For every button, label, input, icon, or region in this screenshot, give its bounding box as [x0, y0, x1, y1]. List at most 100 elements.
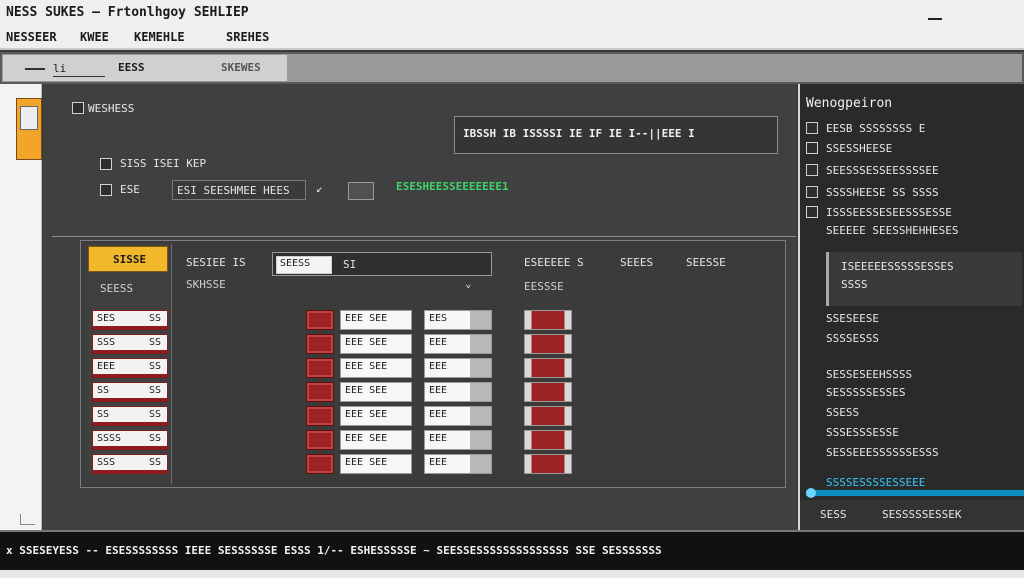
right-item[interactable]: SSESS: [826, 406, 859, 419]
row1-label: SISS ISEI KEP: [120, 157, 207, 170]
red-toggle[interactable]: [306, 406, 334, 426]
combo-value: SEESS: [276, 256, 332, 274]
list-item[interactable]: SSS SS: [92, 454, 168, 474]
right-item[interactable]: EESB SSSSSSSS E: [826, 122, 925, 135]
search-text: IBSSH IB ISSSSI IE IF IE I--||EEE I: [463, 127, 695, 140]
list-item[interactable]: SES SS: [92, 310, 168, 330]
checkbox-icon[interactable]: [100, 158, 112, 170]
grid-cell[interactable]: EEE SEE: [340, 382, 412, 402]
progress-handle[interactable]: [806, 488, 816, 498]
tab-primary[interactable]: EESS: [118, 61, 145, 74]
item-icon: [806, 206, 818, 218]
menu-item-3[interactable]: KEMEHLE: [134, 30, 185, 44]
list-item[interactable]: SSSS SS: [92, 430, 168, 450]
item-icon: [806, 122, 818, 134]
item-icon: [806, 186, 818, 198]
title-bar: NESS SUKES — Frtonlhgoy SEHLIEP: [0, 0, 1024, 26]
grid-cell-half[interactable]: EEE: [424, 454, 492, 474]
footer-a: SESS: [820, 508, 847, 521]
divider: [52, 236, 796, 237]
combo-suffix: SI: [343, 258, 357, 271]
status-text: x SSESEYESS -- ESESSSSSSSS IEEE SESSSSSS…: [6, 544, 662, 557]
toolbar-spacer: [288, 54, 1022, 82]
right-item[interactable]: SSESEESE: [826, 312, 879, 325]
grid-cell[interactable]: EEE SEE: [340, 358, 412, 378]
right-item[interactable]: SSESSHEESE: [826, 142, 892, 155]
grid-cell-half[interactable]: EEE: [424, 382, 492, 402]
text-input[interactable]: ESI SEESHMEE HEES: [172, 180, 306, 200]
section-title: WESHESS: [88, 102, 135, 115]
progress-bar: [806, 488, 1024, 498]
list-item[interactable]: SSS SS: [92, 334, 168, 354]
right-detail-box: ISEEEEESSSSSESSES SSSS: [826, 252, 1022, 306]
list-item[interactable]: SS SS: [92, 406, 168, 426]
item-icon: [806, 142, 818, 154]
right-item[interactable]: SEEEEE SEESSHEHHESES: [826, 224, 958, 237]
red-toggle[interactable]: [306, 334, 334, 354]
swatch-inner: [20, 106, 38, 130]
grid-cell-half[interactable]: EEE: [424, 334, 492, 354]
red-tile[interactable]: [524, 382, 572, 402]
box-line-1: ISEEEEESSSSSESSES: [841, 260, 954, 273]
minimize-button[interactable]: [928, 18, 942, 20]
red-tile[interactable]: [524, 310, 572, 330]
red-toggle[interactable]: [306, 454, 334, 474]
red-tile[interactable]: [524, 358, 572, 378]
right-item[interactable]: SESSESEEHSSSS: [826, 368, 912, 381]
grid-cell-half[interactable]: EES: [424, 310, 492, 330]
menu-item-4[interactable]: SREHES: [226, 30, 269, 44]
list-sub-label: SEESS: [100, 282, 134, 295]
menu-item-2[interactable]: KWEE: [80, 30, 109, 44]
chevron-down-icon: ⌄: [465, 277, 472, 290]
mid-label-d: EESSSE: [524, 280, 564, 293]
box-line-2: SSSS: [841, 278, 868, 291]
right-item[interactable]: SESSSSSESSES: [826, 386, 905, 399]
combo-label: SESIEE IS: [186, 256, 246, 269]
toolbar-left-panel: li EESS SKEWES: [2, 54, 288, 82]
red-toggle[interactable]: [306, 310, 334, 330]
footer-b: SESSSSSESSEK: [882, 508, 962, 521]
red-tile[interactable]: [524, 406, 572, 426]
grid-cell[interactable]: EEE SEE: [340, 454, 412, 474]
right-item[interactable]: SEESSSESSEESSSSEE: [826, 164, 939, 177]
left-tool-strip: [0, 84, 42, 530]
right-item[interactable]: SSSSESSS: [826, 332, 879, 345]
right-item[interactable]: ISSSEESSESEESSSESSE: [826, 206, 952, 219]
list-item[interactable]: EEE SS: [92, 358, 168, 378]
status-bar: x SSESEYESS -- ESESSSSSSSS IEEE SESSSSSS…: [0, 530, 1024, 578]
search-field[interactable]: IBSSH IB ISSSSI IE IF IE I--||EEE I: [454, 116, 778, 154]
grid-cell-half[interactable]: EEE: [424, 358, 492, 378]
status-bottom-strip: [0, 570, 1024, 578]
highlight-button-label: SISSE: [113, 253, 147, 266]
grid-cell[interactable]: EEE SEE: [340, 310, 412, 330]
menu-item-1[interactable]: NESSEER: [6, 30, 57, 44]
combo-box[interactable]: SEESS SI ⌄: [272, 252, 492, 290]
grid-cell[interactable]: EEE SEE: [340, 430, 412, 450]
item-icon: [806, 164, 818, 176]
mid-label-a: ESEEEEE S: [524, 256, 584, 269]
red-tile[interactable]: [524, 430, 572, 450]
grid-cell-half[interactable]: EEE: [424, 430, 492, 450]
grid-cell[interactable]: EEE SEE: [340, 406, 412, 426]
menu-bar: NESSEER KWEE KEMEHLE SREHES: [0, 26, 1024, 50]
tab-secondary[interactable]: SKEWES: [221, 61, 261, 74]
red-tile[interactable]: [524, 454, 572, 474]
input-value: ESI SEESHMEE HEES: [177, 184, 290, 197]
file-icon: [100, 184, 112, 196]
right-item[interactable]: SSSESSSESSE: [826, 426, 899, 439]
red-toggle[interactable]: [306, 430, 334, 450]
status-green-text: ESESHEESSEEEEEEE1: [396, 180, 509, 193]
right-item[interactable]: SSSSHEESE SS SSSS: [826, 186, 939, 199]
window-title: NESS SUKES — Frtonlhgoy SEHLIEP: [6, 5, 249, 20]
red-toggle[interactable]: [306, 382, 334, 402]
right-item[interactable]: SESSEEESSSSSSESSS: [826, 446, 939, 459]
toolbar-field[interactable]: li: [53, 62, 105, 77]
list-item[interactable]: SS SS: [92, 382, 168, 402]
grid-cell[interactable]: EEE SEE: [340, 334, 412, 354]
small-button[interactable]: [348, 182, 374, 200]
highlight-button[interactable]: SISSE: [88, 246, 168, 272]
red-toggle[interactable]: [306, 358, 334, 378]
red-tile[interactable]: [524, 334, 572, 354]
right-panel-title: Wenogpeiron: [806, 96, 893, 111]
grid-cell-half[interactable]: EEE: [424, 406, 492, 426]
